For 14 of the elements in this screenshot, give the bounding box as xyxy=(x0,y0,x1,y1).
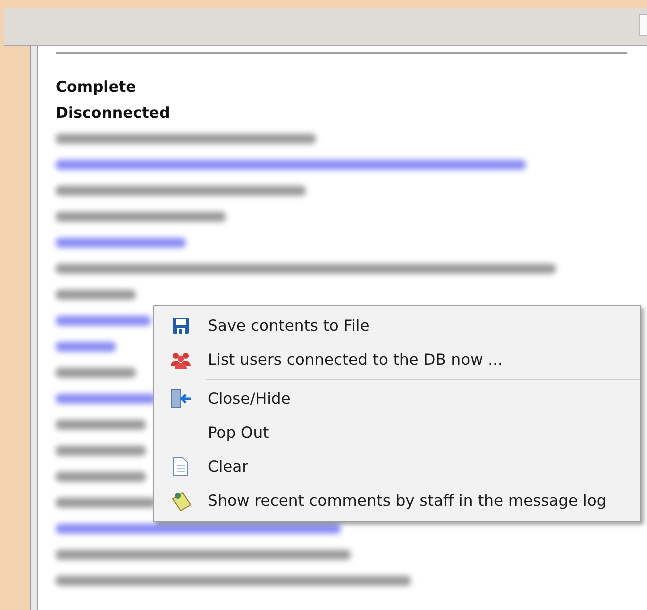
document-icon xyxy=(173,457,189,477)
status-line: Complete xyxy=(56,77,138,98)
scroll-button[interactable] xyxy=(639,14,647,36)
note-icon xyxy=(170,490,192,512)
menu-item[interactable]: Save contents to File xyxy=(154,309,640,343)
users-icon xyxy=(170,351,192,369)
status-line: Disconnected xyxy=(56,103,172,124)
menu-item[interactable]: Clear xyxy=(154,450,640,484)
door-arrow-icon xyxy=(170,389,192,409)
menu-item[interactable]: Pop Out xyxy=(154,416,640,450)
menu-item[interactable]: List users connected to the DB now ... xyxy=(154,343,640,377)
menu-item[interactable]: Show recent comments by staff in the message log xyxy=(154,484,640,518)
menu-item[interactable]: Close/Hide xyxy=(154,382,640,416)
splitter[interactable] xyxy=(30,46,38,610)
